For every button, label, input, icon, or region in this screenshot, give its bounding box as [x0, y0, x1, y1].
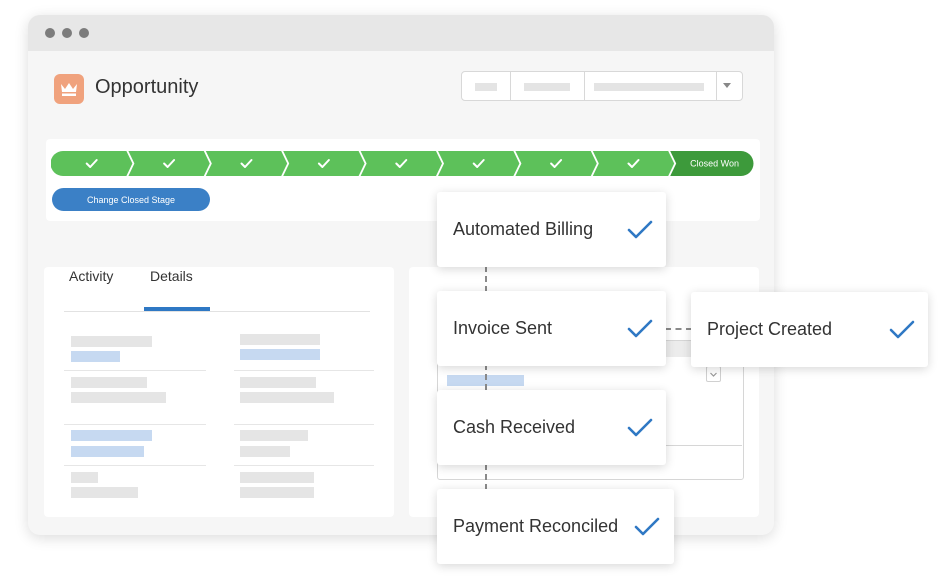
workflow-card-label: Invoice Sent	[453, 318, 553, 338]
workflow-card-label: Payment Reconciled	[453, 516, 619, 536]
tab-details[interactable]: Details	[150, 268, 193, 284]
stage-step[interactable]	[360, 151, 442, 176]
stage-step[interactable]	[438, 151, 520, 176]
crown-icon	[54, 74, 84, 104]
connector-line	[485, 464, 487, 490]
field-divider	[64, 370, 206, 371]
field-value-placeholder	[71, 351, 120, 362]
stage-step[interactable]	[128, 151, 210, 176]
workflow-card-invoice-sent[interactable]: Invoice Sent	[437, 291, 666, 366]
checkmark-icon	[627, 418, 653, 436]
field-label-placeholder	[71, 377, 147, 388]
workflow-card-payment-reconciled[interactable]: Payment Reconciled	[437, 489, 674, 564]
window-control-dot[interactable]	[79, 28, 89, 38]
checkmark-icon	[889, 320, 915, 338]
workflow-card-project-created[interactable]: Project Created	[691, 292, 928, 367]
stage-path-svg: Closed Won	[51, 151, 754, 176]
chevron-down-icon[interactable]	[723, 83, 731, 88]
connector-line	[485, 266, 487, 292]
field-divider	[64, 465, 206, 466]
field-label-placeholder	[240, 472, 314, 483]
stage-step[interactable]	[51, 151, 133, 176]
field-label-placeholder	[240, 377, 316, 388]
window-titlebar	[28, 15, 774, 51]
field-divider	[234, 370, 374, 371]
checkmark-icon	[634, 517, 660, 535]
header-segment[interactable]	[462, 72, 511, 100]
connector-line	[665, 328, 692, 330]
window-control-dot[interactable]	[62, 28, 72, 38]
field-value-placeholder	[240, 487, 314, 498]
field-value-placeholder	[240, 349, 320, 360]
workflow-card-label: Project Created	[707, 319, 833, 339]
workflow-card-label: Cash Received	[453, 417, 576, 437]
field-label-placeholder	[240, 430, 308, 441]
stage-closed-won-label: Closed Won	[690, 159, 739, 169]
field-divider	[64, 424, 206, 425]
header-segment[interactable]	[584, 72, 717, 100]
workflow-card-label: Automated Billing	[453, 219, 594, 239]
field-value-placeholder	[71, 446, 144, 457]
field-divider	[234, 465, 374, 466]
field-label-placeholder	[71, 472, 98, 483]
chevron-down-icon[interactable]	[706, 366, 721, 382]
stage-step[interactable]	[515, 151, 597, 176]
field-label-placeholder	[71, 430, 152, 441]
field-value-placeholder	[71, 487, 138, 498]
tab-active-indicator	[144, 307, 210, 311]
tab-activity[interactable]: Activity	[69, 268, 113, 284]
field-value-placeholder	[240, 446, 290, 457]
tab-divider	[64, 311, 370, 312]
header-control-group[interactable]	[461, 71, 743, 101]
checkmark-icon	[627, 319, 653, 337]
field-value-placeholder	[240, 392, 334, 403]
stage-step[interactable]	[283, 151, 365, 176]
page-title: Opportunity	[95, 76, 199, 98]
checkmark-icon	[627, 220, 653, 238]
field-label-placeholder	[71, 336, 152, 347]
workflow-card-automated-billing[interactable]: Automated Billing	[437, 192, 666, 267]
stage-step[interactable]	[205, 151, 288, 176]
field-label-placeholder	[240, 334, 320, 345]
change-closed-stage-button[interactable]: Change Closed Stage	[52, 188, 210, 211]
connector-line	[485, 364, 487, 390]
field-divider	[234, 424, 374, 425]
stage-step[interactable]	[592, 151, 675, 176]
header-segment[interactable]	[510, 72, 585, 100]
field-value-placeholder	[71, 392, 166, 403]
window-control-dot[interactable]	[45, 28, 55, 38]
workflow-card-cash-received[interactable]: Cash Received	[437, 390, 666, 465]
